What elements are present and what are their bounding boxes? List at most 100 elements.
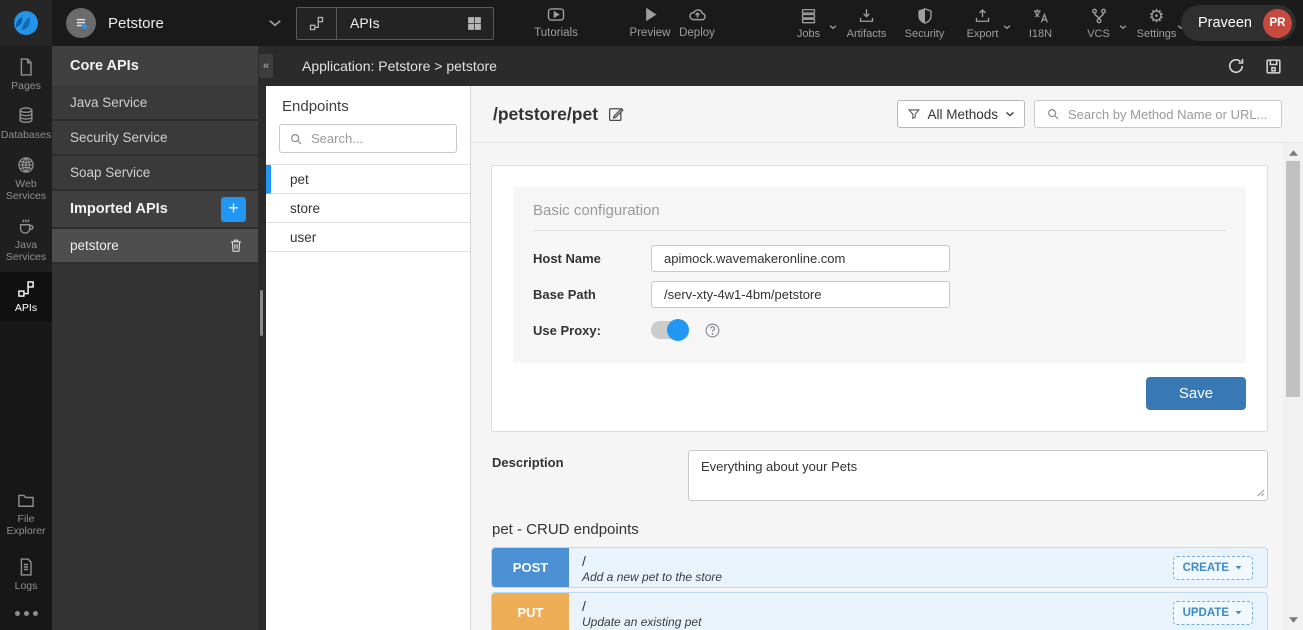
scrollbar-thumb[interactable] bbox=[1286, 161, 1300, 397]
user-name: Praveen bbox=[1198, 15, 1252, 31]
triangle-down-icon bbox=[1289, 617, 1298, 623]
vertical-scrollbar[interactable] bbox=[1283, 143, 1303, 630]
edit-path-button[interactable] bbox=[607, 105, 625, 123]
endpoint-item-store[interactable]: store bbox=[266, 194, 470, 223]
youtube-icon bbox=[545, 5, 567, 24]
chevron-down-icon bbox=[1004, 108, 1016, 120]
endpoints-search-input[interactable] bbox=[311, 131, 447, 146]
base-path-field[interactable] bbox=[651, 281, 950, 308]
project-list-icon bbox=[71, 13, 91, 33]
endpoints-title: Endpoints bbox=[266, 86, 470, 124]
api-node-icon bbox=[297, 8, 337, 39]
splitter-scroll-thumb[interactable] bbox=[260, 290, 263, 336]
artifacts-button[interactable]: Artifacts bbox=[844, 7, 889, 40]
chevron-down-icon bbox=[266, 14, 284, 32]
endpoint-row-put[interactable]: PUT / Update an existing pet UPDATE bbox=[491, 592, 1268, 630]
project-selector[interactable]: Petstore bbox=[66, 8, 284, 38]
basic-config-panel: Basic configuration Host Name Base Path … bbox=[513, 187, 1246, 363]
translate-icon bbox=[1031, 7, 1051, 25]
page-title: /petstore/pet bbox=[493, 104, 598, 125]
endpoint-row-post[interactable]: POST / Add a new pet to the store CREATE bbox=[491, 547, 1268, 588]
i18n-button[interactable]: I18N bbox=[1018, 7, 1063, 40]
rail-item-file-explorer[interactable]: File Explorer bbox=[0, 483, 52, 544]
globe-icon bbox=[16, 155, 36, 175]
rail-item-pages[interactable]: Pages bbox=[0, 50, 52, 99]
deploy-label: Deploy bbox=[679, 27, 715, 39]
create-action-button[interactable]: CREATE bbox=[1173, 556, 1253, 580]
preview-button[interactable]: Preview bbox=[622, 5, 678, 39]
topbar-right-actions: Jobs Artifacts Security Export bbox=[786, 0, 1179, 46]
host-name-field[interactable] bbox=[651, 245, 950, 272]
proxy-help-button[interactable] bbox=[704, 322, 721, 339]
action-label: UPDATE bbox=[1183, 607, 1229, 619]
left-nav-rail: Pages Databases Web Services bbox=[0, 46, 52, 630]
method-search[interactable] bbox=[1034, 100, 1282, 128]
methods-filter-dropdown[interactable]: All Methods bbox=[897, 100, 1025, 128]
rail-label: Pages bbox=[11, 80, 41, 92]
vcs-label: VCS bbox=[1087, 28, 1110, 40]
endpoint-item-pet[interactable]: pet bbox=[266, 165, 470, 194]
i18n-label: I18N bbox=[1029, 28, 1052, 40]
export-button[interactable]: Export bbox=[960, 7, 1005, 40]
export-label: Export bbox=[967, 28, 999, 40]
wavemaker-logo[interactable] bbox=[0, 0, 52, 46]
rail-item-web-services[interactable]: Web Services bbox=[0, 148, 52, 209]
endpoint-item-label: pet bbox=[290, 172, 309, 187]
sidebar-item-soap-service[interactable]: Soap Service bbox=[52, 156, 258, 191]
vcs-button[interactable]: VCS bbox=[1076, 7, 1121, 40]
sidebar-item-petstore[interactable]: petstore bbox=[52, 229, 258, 264]
method-search-input[interactable] bbox=[1068, 107, 1270, 122]
module-selector[interactable]: APIs bbox=[296, 7, 494, 40]
document-icon bbox=[16, 557, 36, 577]
update-action-button[interactable]: UPDATE bbox=[1173, 601, 1253, 625]
chevron-down-icon bbox=[1118, 22, 1128, 32]
collapse-panel-button[interactable]: « bbox=[259, 54, 273, 78]
tutorials-button[interactable]: Tutorials bbox=[527, 5, 585, 39]
imported-apis-title: Imported APIs bbox=[70, 201, 168, 217]
settings-button[interactable]: ⚙ Settings bbox=[1134, 7, 1179, 40]
description-field[interactable]: Everything about your Pets bbox=[688, 450, 1268, 501]
sidebar-item-java-service[interactable]: Java Service bbox=[52, 86, 258, 121]
upload-icon bbox=[973, 7, 992, 25]
scroll-up-button[interactable] bbox=[1283, 145, 1303, 161]
endpoints-list: pet store user bbox=[266, 164, 470, 252]
use-proxy-label: Use Proxy: bbox=[533, 323, 651, 338]
more-options-button[interactable] bbox=[0, 599, 52, 630]
rail-item-java-services[interactable]: Java Services bbox=[0, 209, 52, 270]
endpoint-path: / bbox=[582, 554, 1173, 569]
delete-api-button[interactable] bbox=[228, 237, 244, 254]
endpoint-description: Update an existing pet bbox=[582, 615, 1173, 629]
core-apis-header: Core APIs bbox=[52, 46, 258, 86]
scroll-down-button[interactable] bbox=[1283, 612, 1303, 628]
jobs-icon bbox=[799, 7, 818, 25]
sidebar-item-security-service[interactable]: Security Service bbox=[52, 121, 258, 156]
endpoint-item-user[interactable]: user bbox=[266, 223, 470, 252]
use-proxy-toggle[interactable] bbox=[651, 321, 687, 339]
endpoint-item-label: user bbox=[290, 230, 316, 245]
endpoint-path: / bbox=[582, 599, 1173, 614]
security-label: Security bbox=[905, 28, 945, 40]
shield-icon bbox=[916, 7, 934, 25]
core-apis-title: Core APIs bbox=[70, 58, 139, 74]
save-file-button[interactable] bbox=[1264, 57, 1283, 76]
user-menu[interactable]: Praveen PR bbox=[1181, 5, 1296, 41]
rail-item-databases[interactable]: Databases bbox=[0, 99, 52, 148]
folder-icon bbox=[16, 490, 36, 510]
search-icon bbox=[289, 132, 303, 146]
question-circle-icon bbox=[704, 322, 721, 339]
panel-splitter[interactable] bbox=[258, 86, 266, 630]
action-label: CREATE bbox=[1183, 562, 1229, 574]
security-button[interactable]: Security bbox=[902, 7, 947, 40]
wavemaker-logo-icon bbox=[10, 7, 42, 39]
refresh-button[interactable] bbox=[1226, 56, 1246, 76]
rail-item-apis[interactable]: APIs bbox=[0, 272, 52, 321]
crud-section-title: pet - CRUD endpoints bbox=[492, 521, 639, 538]
endpoints-search[interactable] bbox=[279, 124, 457, 153]
preview-label: Preview bbox=[630, 27, 671, 39]
grid-icon[interactable] bbox=[466, 15, 493, 32]
jobs-button[interactable]: Jobs bbox=[786, 7, 831, 40]
deploy-button[interactable]: Deploy bbox=[672, 5, 722, 39]
rail-item-logs[interactable]: Logs bbox=[0, 550, 52, 599]
save-button[interactable]: Save bbox=[1146, 377, 1246, 410]
add-api-button[interactable]: + bbox=[221, 197, 246, 222]
